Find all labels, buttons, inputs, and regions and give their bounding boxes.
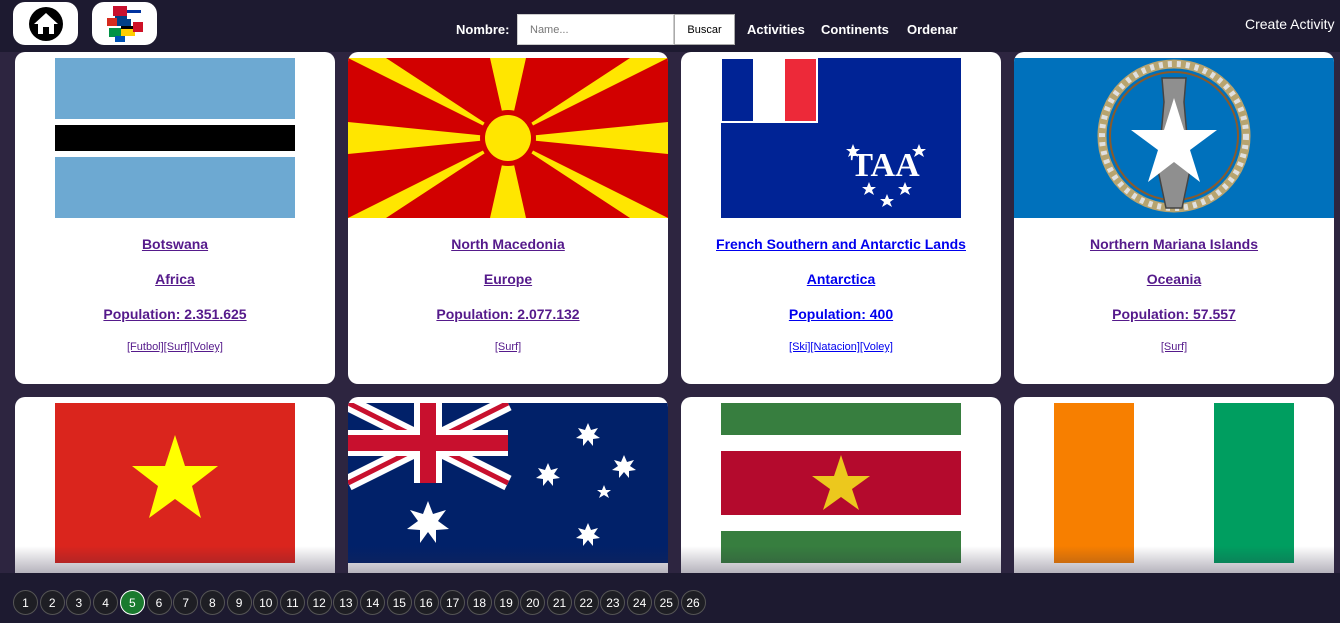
page-button-26[interactable]: 26 <box>680 590 706 615</box>
page-button-10[interactable]: 10 <box>253 590 279 615</box>
country-card[interactable] <box>15 397 335 573</box>
page-button-1[interactable]: 1 <box>13 590 38 615</box>
page-button-14[interactable]: 14 <box>360 590 386 615</box>
page-button-13[interactable]: 13 <box>333 590 359 615</box>
page-button-7[interactable]: 7 <box>173 590 199 615</box>
page-button-8[interactable]: 8 <box>199 590 225 615</box>
page-button-3[interactable]: 3 <box>66 590 92 615</box>
country-continent[interactable]: Europe <box>348 271 668 287</box>
country-activities[interactable]: [Surf] <box>348 341 668 353</box>
country-population[interactable]: Population: 57.557 <box>1014 306 1334 322</box>
page-button-16[interactable]: 16 <box>413 590 439 615</box>
country-card[interactable] <box>1014 397 1334 573</box>
flags-logo-button[interactable] <box>92 2 157 45</box>
country-card[interactable]: North Macedonia Europe Population: 2.077… <box>348 52 668 384</box>
country-population[interactable]: Population: 400 <box>681 306 1001 322</box>
country-name[interactable]: Botswana <box>15 236 335 252</box>
page-button-23[interactable]: 23 <box>600 590 626 615</box>
page-button-18[interactable]: 18 <box>466 590 492 615</box>
page-button-11[interactable]: 11 <box>280 590 305 615</box>
country-name[interactable]: French Southern and Antarctic Lands <box>681 236 1001 252</box>
home-button[interactable] <box>13 2 78 45</box>
botswana-flag <box>55 58 295 218</box>
page-button-6[interactable]: 6 <box>146 590 172 615</box>
country-population[interactable]: Population: 2.077.132 <box>348 306 668 322</box>
country-activities[interactable]: [Ski][Natacion][Voley] <box>681 341 1001 353</box>
page-button-15[interactable]: 15 <box>386 590 412 615</box>
svg-text:TAA: TAA <box>850 147 920 184</box>
country-continent[interactable]: Antarctica <box>681 271 1001 287</box>
world-flags-logo-icon <box>106 5 143 42</box>
page-button-19[interactable]: 19 <box>493 590 519 615</box>
page-button-12[interactable]: 12 <box>306 590 332 615</box>
country-name[interactable]: North Macedonia <box>348 236 668 252</box>
home-icon <box>28 6 63 41</box>
pagination-bar: 1 2 3 4 5 6 7 8 9 10 11 12 13 14 15 16 17 18 19 20 21 22 23 24 2… <box>0 573 1340 623</box>
page-button-21[interactable]: 21 <box>547 590 572 615</box>
nav-continents[interactable]: Continents <box>821 22 889 37</box>
page-button-20[interactable]: 20 <box>520 590 546 615</box>
page-button-25[interactable]: 25 <box>653 590 679 615</box>
country-card[interactable]: TAA French Southern and Antarctic Lands … <box>681 52 1001 384</box>
northern-mariana-islands-flag <box>1014 58 1334 218</box>
page-button-22[interactable]: 22 <box>573 590 599 615</box>
country-activities[interactable]: [Surf] <box>1014 341 1334 353</box>
search-name-label: Nombre: <box>456 22 510 37</box>
country-card[interactable] <box>348 397 668 573</box>
page-button-9[interactable]: 9 <box>226 590 252 615</box>
country-activities[interactable]: [Futbol][Surf][Voley] <box>15 341 335 353</box>
country-card[interactable] <box>681 397 1001 573</box>
page-button-24[interactable]: 24 <box>627 590 653 615</box>
nav-ordenar[interactable]: Ordenar <box>907 22 958 37</box>
australia-flag <box>348 403 668 563</box>
page-button-5[interactable]: 5 <box>119 590 145 615</box>
north-macedonia-flag <box>348 58 668 218</box>
nav-activities[interactable]: Activities <box>747 22 805 37</box>
page-button-17[interactable]: 17 <box>440 590 466 615</box>
french-southern-lands-flag: TAA <box>721 58 961 218</box>
country-continent[interactable]: Africa <box>15 271 335 287</box>
page-button-4[interactable]: 4 <box>93 590 119 615</box>
suriname-flag <box>721 403 961 563</box>
search-button[interactable]: Buscar <box>674 14 735 45</box>
search-input[interactable] <box>517 14 674 45</box>
country-name[interactable]: Northern Mariana Islands <box>1014 236 1334 252</box>
page-button-2[interactable]: 2 <box>39 590 65 615</box>
country-continent[interactable]: Oceania <box>1014 271 1334 287</box>
top-navbar: Nombre: Buscar Activities Continents Ord… <box>0 0 1340 52</box>
ivory-coast-flag <box>1054 403 1294 563</box>
vietnam-flag <box>55 403 295 563</box>
countries-grid: Botswana Africa Population: 2.351.625 [F… <box>0 52 1340 573</box>
create-activity-link[interactable]: Create Activity <box>1245 16 1334 32</box>
country-card[interactable]: Northern Mariana Islands Oceania Populat… <box>1014 52 1334 384</box>
country-card[interactable]: Botswana Africa Population: 2.351.625 [F… <box>15 52 335 384</box>
country-population[interactable]: Population: 2.351.625 <box>15 306 335 322</box>
